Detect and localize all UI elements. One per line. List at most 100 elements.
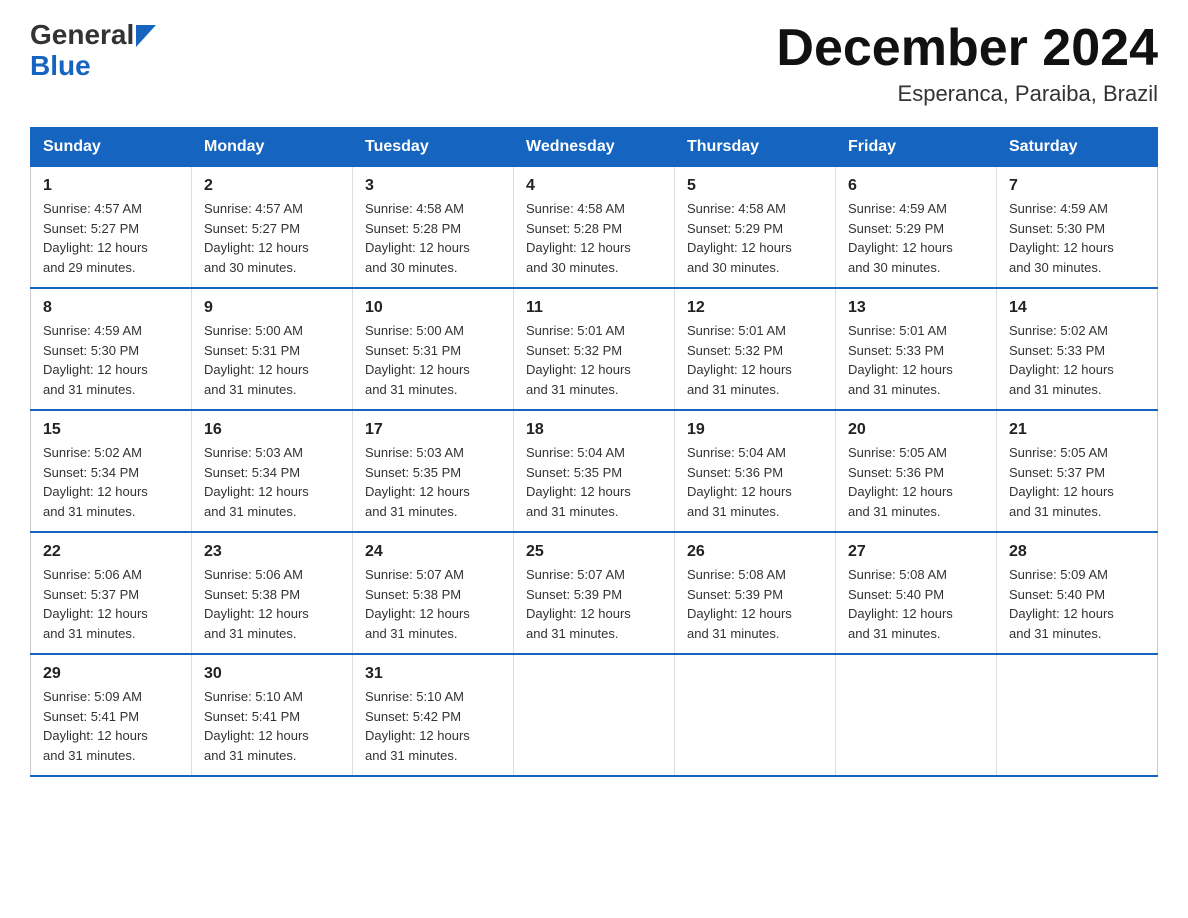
calendar-cell: 27 Sunrise: 5:08 AMSunset: 5:40 PMDaylig… <box>836 532 997 654</box>
calendar-cell: 18 Sunrise: 5:04 AMSunset: 5:35 PMDaylig… <box>514 410 675 532</box>
day-number: 30 <box>204 665 340 683</box>
day-info: Sunrise: 5:02 AMSunset: 5:34 PMDaylight:… <box>43 445 148 519</box>
calendar-cell: 1 Sunrise: 4:57 AMSunset: 5:27 PMDayligh… <box>31 167 192 289</box>
day-number: 4 <box>526 177 662 195</box>
day-number: 20 <box>848 421 984 439</box>
calendar-cell: 29 Sunrise: 5:09 AMSunset: 5:41 PMDaylig… <box>31 654 192 776</box>
calendar-header: SundayMondayTuesdayWednesdayThursdayFrid… <box>31 128 1158 167</box>
day-number: 31 <box>365 665 501 683</box>
calendar-cell: 5 Sunrise: 4:58 AMSunset: 5:29 PMDayligh… <box>675 167 836 289</box>
calendar-week-row: 8 Sunrise: 4:59 AMSunset: 5:30 PMDayligh… <box>31 288 1158 410</box>
day-number: 18 <box>526 421 662 439</box>
calendar-cell: 22 Sunrise: 5:06 AMSunset: 5:37 PMDaylig… <box>31 532 192 654</box>
logo-general-text: General <box>30 20 134 51</box>
header-day-monday: Monday <box>192 128 353 167</box>
calendar-location: Esperanca, Paraiba, Brazil <box>776 81 1158 107</box>
calendar-cell <box>836 654 997 776</box>
calendar-table: SundayMondayTuesdayWednesdayThursdayFrid… <box>30 127 1158 777</box>
logo-blue-text: Blue <box>30 50 91 81</box>
day-number: 25 <box>526 543 662 561</box>
calendar-week-row: 15 Sunrise: 5:02 AMSunset: 5:34 PMDaylig… <box>31 410 1158 532</box>
calendar-cell: 10 Sunrise: 5:00 AMSunset: 5:31 PMDaylig… <box>353 288 514 410</box>
day-number: 17 <box>365 421 501 439</box>
header-row: SundayMondayTuesdayWednesdayThursdayFrid… <box>31 128 1158 167</box>
calendar-cell: 20 Sunrise: 5:05 AMSunset: 5:36 PMDaylig… <box>836 410 997 532</box>
calendar-cell: 14 Sunrise: 5:02 AMSunset: 5:33 PMDaylig… <box>997 288 1158 410</box>
logo-wrapper: General Blue <box>30 20 156 82</box>
day-info: Sunrise: 5:09 AMSunset: 5:41 PMDaylight:… <box>43 689 148 763</box>
calendar-cell: 24 Sunrise: 5:07 AMSunset: 5:38 PMDaylig… <box>353 532 514 654</box>
calendar-cell: 9 Sunrise: 5:00 AMSunset: 5:31 PMDayligh… <box>192 288 353 410</box>
day-info: Sunrise: 5:09 AMSunset: 5:40 PMDaylight:… <box>1009 567 1114 641</box>
calendar-cell: 25 Sunrise: 5:07 AMSunset: 5:39 PMDaylig… <box>514 532 675 654</box>
header-day-thursday: Thursday <box>675 128 836 167</box>
calendar-week-row: 29 Sunrise: 5:09 AMSunset: 5:41 PMDaylig… <box>31 654 1158 776</box>
day-info: Sunrise: 5:07 AMSunset: 5:39 PMDaylight:… <box>526 567 631 641</box>
day-number: 23 <box>204 543 340 561</box>
calendar-cell: 6 Sunrise: 4:59 AMSunset: 5:29 PMDayligh… <box>836 167 997 289</box>
calendar-cell: 21 Sunrise: 5:05 AMSunset: 5:37 PMDaylig… <box>997 410 1158 532</box>
day-number: 7 <box>1009 177 1145 195</box>
calendar-cell: 13 Sunrise: 5:01 AMSunset: 5:33 PMDaylig… <box>836 288 997 410</box>
calendar-cell: 28 Sunrise: 5:09 AMSunset: 5:40 PMDaylig… <box>997 532 1158 654</box>
title-block: December 2024 Esperanca, Paraiba, Brazil <box>776 20 1158 107</box>
day-info: Sunrise: 4:57 AMSunset: 5:27 PMDaylight:… <box>43 201 148 275</box>
calendar-cell: 7 Sunrise: 4:59 AMSunset: 5:30 PMDayligh… <box>997 167 1158 289</box>
day-info: Sunrise: 5:08 AMSunset: 5:39 PMDaylight:… <box>687 567 792 641</box>
day-number: 1 <box>43 177 179 195</box>
day-number: 9 <box>204 299 340 317</box>
calendar-cell <box>997 654 1158 776</box>
logo-blue-row: Blue <box>30 51 156 82</box>
day-info: Sunrise: 5:10 AMSunset: 5:41 PMDaylight:… <box>204 689 309 763</box>
day-number: 14 <box>1009 299 1145 317</box>
header-day-friday: Friday <box>836 128 997 167</box>
calendar-cell: 16 Sunrise: 5:03 AMSunset: 5:34 PMDaylig… <box>192 410 353 532</box>
day-info: Sunrise: 5:03 AMSunset: 5:35 PMDaylight:… <box>365 445 470 519</box>
day-info: Sunrise: 5:01 AMSunset: 5:32 PMDaylight:… <box>687 323 792 397</box>
calendar-cell <box>514 654 675 776</box>
day-number: 15 <box>43 421 179 439</box>
day-number: 5 <box>687 177 823 195</box>
calendar-cell: 12 Sunrise: 5:01 AMSunset: 5:32 PMDaylig… <box>675 288 836 410</box>
day-info: Sunrise: 5:00 AMSunset: 5:31 PMDaylight:… <box>365 323 470 397</box>
day-number: 26 <box>687 543 823 561</box>
day-number: 21 <box>1009 421 1145 439</box>
day-number: 22 <box>43 543 179 561</box>
day-number: 12 <box>687 299 823 317</box>
calendar-cell: 26 Sunrise: 5:08 AMSunset: 5:39 PMDaylig… <box>675 532 836 654</box>
day-info: Sunrise: 5:04 AMSunset: 5:36 PMDaylight:… <box>687 445 792 519</box>
day-number: 16 <box>204 421 340 439</box>
header-day-tuesday: Tuesday <box>353 128 514 167</box>
calendar-cell: 17 Sunrise: 5:03 AMSunset: 5:35 PMDaylig… <box>353 410 514 532</box>
day-number: 28 <box>1009 543 1145 561</box>
day-info: Sunrise: 4:58 AMSunset: 5:28 PMDaylight:… <box>526 201 631 275</box>
day-info: Sunrise: 5:06 AMSunset: 5:37 PMDaylight:… <box>43 567 148 641</box>
day-info: Sunrise: 4:59 AMSunset: 5:30 PMDaylight:… <box>43 323 148 397</box>
calendar-cell: 30 Sunrise: 5:10 AMSunset: 5:41 PMDaylig… <box>192 654 353 776</box>
day-info: Sunrise: 4:57 AMSunset: 5:27 PMDaylight:… <box>204 201 309 275</box>
header-day-sunday: Sunday <box>31 128 192 167</box>
calendar-cell: 31 Sunrise: 5:10 AMSunset: 5:42 PMDaylig… <box>353 654 514 776</box>
day-info: Sunrise: 4:59 AMSunset: 5:29 PMDaylight:… <box>848 201 953 275</box>
calendar-cell: 23 Sunrise: 5:06 AMSunset: 5:38 PMDaylig… <box>192 532 353 654</box>
day-info: Sunrise: 5:01 AMSunset: 5:32 PMDaylight:… <box>526 323 631 397</box>
day-info: Sunrise: 5:00 AMSunset: 5:31 PMDaylight:… <box>204 323 309 397</box>
day-number: 13 <box>848 299 984 317</box>
day-number: 10 <box>365 299 501 317</box>
calendar-cell <box>675 654 836 776</box>
day-number: 24 <box>365 543 501 561</box>
logo-top-row: General <box>30 20 156 51</box>
day-number: 19 <box>687 421 823 439</box>
day-info: Sunrise: 4:59 AMSunset: 5:30 PMDaylight:… <box>1009 201 1114 275</box>
day-info: Sunrise: 5:10 AMSunset: 5:42 PMDaylight:… <box>365 689 470 763</box>
day-number: 8 <box>43 299 179 317</box>
day-info: Sunrise: 5:01 AMSunset: 5:33 PMDaylight:… <box>848 323 953 397</box>
calendar-cell: 11 Sunrise: 5:01 AMSunset: 5:32 PMDaylig… <box>514 288 675 410</box>
day-info: Sunrise: 5:03 AMSunset: 5:34 PMDaylight:… <box>204 445 309 519</box>
day-info: Sunrise: 4:58 AMSunset: 5:28 PMDaylight:… <box>365 201 470 275</box>
calendar-cell: 8 Sunrise: 4:59 AMSunset: 5:30 PMDayligh… <box>31 288 192 410</box>
day-info: Sunrise: 5:08 AMSunset: 5:40 PMDaylight:… <box>848 567 953 641</box>
day-info: Sunrise: 5:05 AMSunset: 5:37 PMDaylight:… <box>1009 445 1114 519</box>
day-number: 11 <box>526 299 662 317</box>
logo: General Blue <box>30 20 156 82</box>
